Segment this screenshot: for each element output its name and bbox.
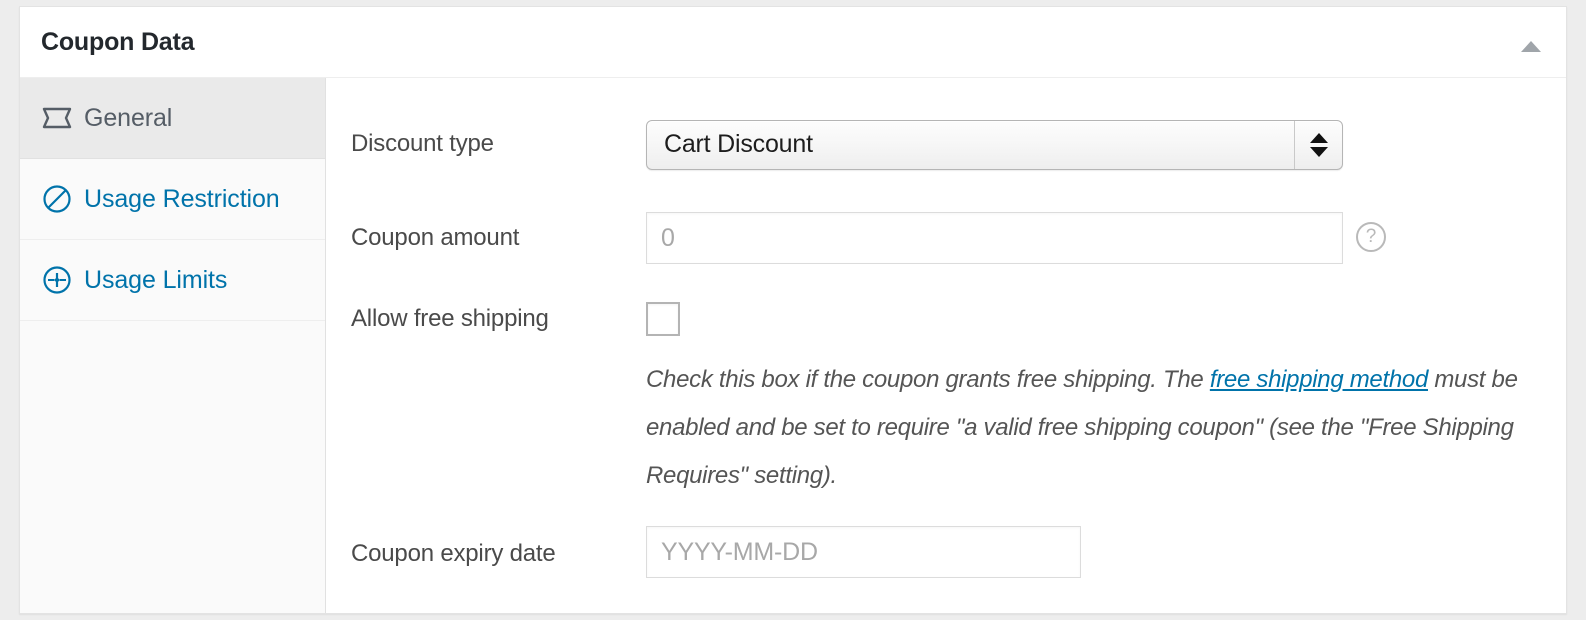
metabox-body: General Usage Restriction Usage Limits D… (20, 78, 1566, 613)
page-title: Coupon Data (41, 28, 195, 56)
discount-type-select[interactable]: Cart Discount (646, 120, 1343, 170)
sidebar-item-usage-restriction[interactable]: Usage Restriction (20, 159, 325, 240)
sidebar-item-label: Usage Limits (84, 265, 228, 294)
free-shipping-method-link[interactable]: free shipping method (1210, 366, 1428, 393)
coupon-amount-input[interactable] (646, 212, 1343, 264)
allow-free-shipping-checkbox[interactable] (646, 302, 680, 336)
discount-type-select-wrap: Cart Discount (646, 120, 1343, 170)
triangle-up-icon[interactable] (1518, 35, 1542, 55)
select-stepper[interactable] (1294, 121, 1342, 169)
question-mark-circle-icon[interactable]: ? (1356, 222, 1386, 252)
sidebar-item-general[interactable]: General (20, 78, 325, 159)
limits-arrows-circle-icon (40, 263, 74, 297)
sidebar-item-label: Usage Restriction (84, 184, 280, 213)
coupon-ticket-icon (40, 101, 74, 135)
field-coupon-expiry-date: Coupon expiry date (326, 526, 1566, 586)
sidebar-item-label: General (84, 103, 173, 132)
metabox-header: Coupon Data (20, 7, 1566, 78)
coupon-expiry-date-label: Coupon expiry date (351, 540, 556, 567)
coupon-data-tabs: General Usage Restriction Usage Limits (20, 78, 326, 613)
allow-free-shipping-label: Allow free shipping (351, 305, 549, 332)
discount-type-label: Discount type (351, 130, 494, 157)
coupon-expiry-date-input[interactable] (646, 526, 1081, 578)
description-text-before: Check this box if the coupon grants free… (646, 366, 1210, 393)
coupon-data-metabox: Coupon Data General Usage Restriction Us… (19, 6, 1567, 614)
discount-type-value: Cart Discount (664, 130, 813, 158)
field-discount-type: Discount type Cart Discount (326, 120, 1566, 180)
triangle-up-icon (1309, 133, 1328, 143)
prohibition-circle-icon (40, 182, 74, 216)
triangle-down-icon (1309, 147, 1328, 157)
field-coupon-amount: Coupon amount ? (326, 212, 1566, 272)
allow-free-shipping-description: Check this box if the coupon grants free… (646, 356, 1526, 500)
general-options-panel: Discount type Cart Discount Coupon amoun… (326, 78, 1566, 613)
coupon-amount-label: Coupon amount (351, 224, 520, 251)
sidebar-item-usage-limits[interactable]: Usage Limits (20, 240, 325, 321)
